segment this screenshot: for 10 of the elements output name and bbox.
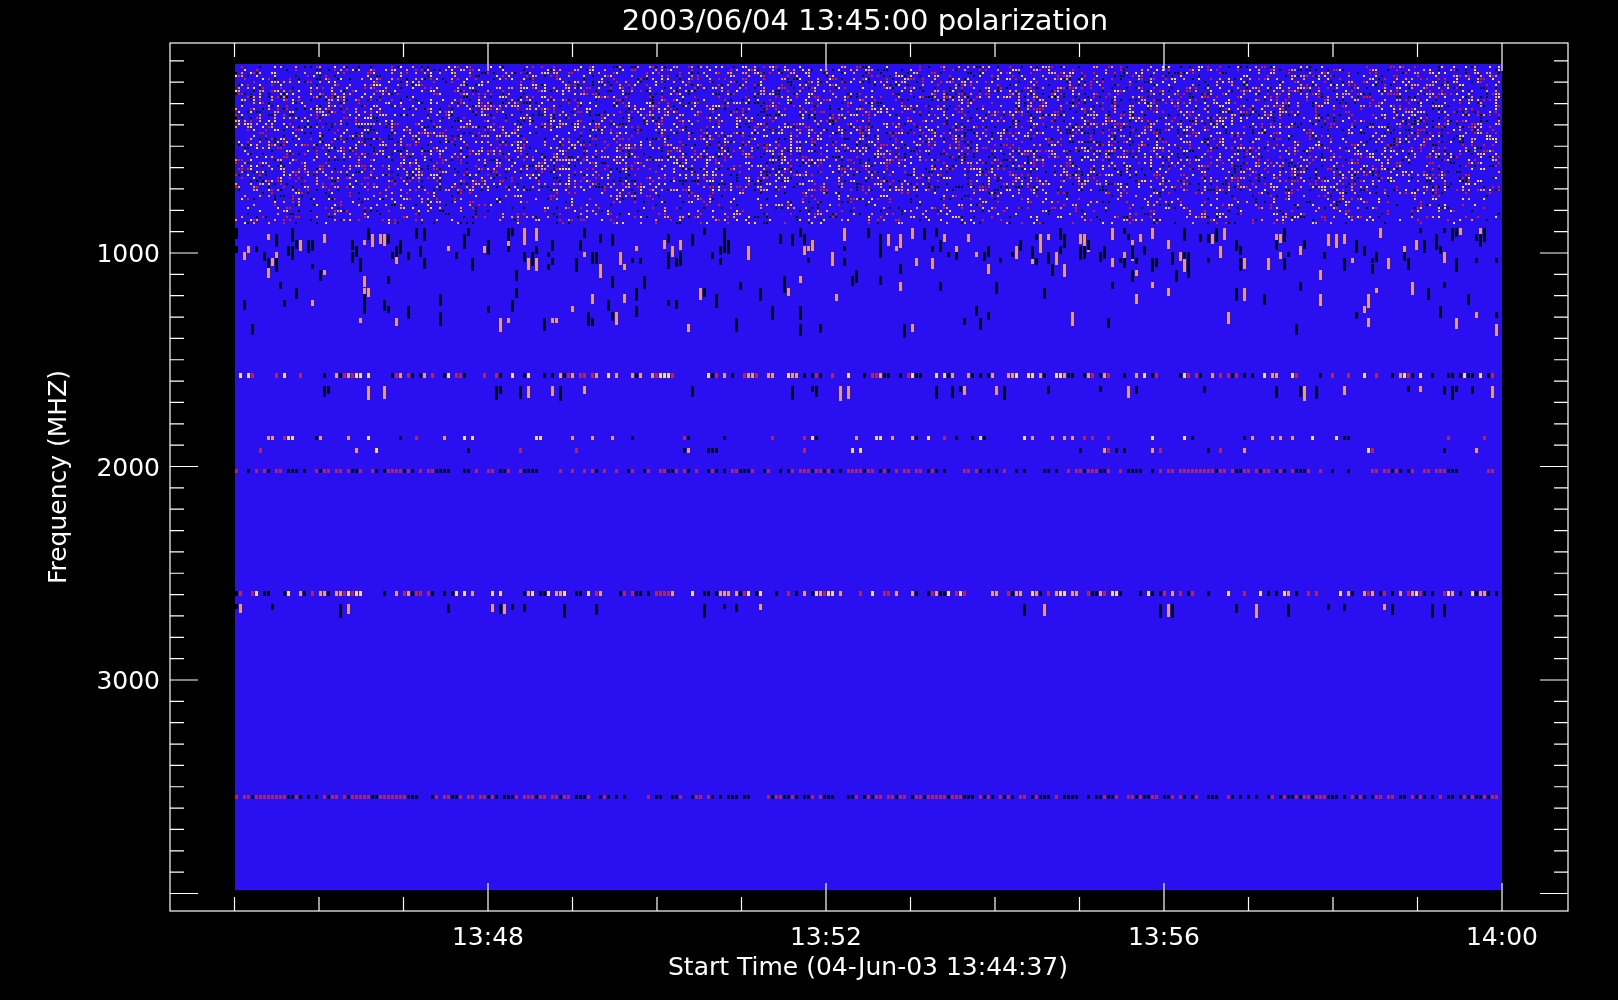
chart-title: 2003/06/04 13:45:00 polarization (621, 3, 1109, 37)
y-tick-label: 2000 (96, 452, 160, 482)
y-tick-label: 1000 (96, 239, 160, 268)
y-axis-label: Frequency (MHZ) (43, 369, 72, 585)
x-tick-label: 13:56 (1128, 922, 1200, 951)
x-tick-label: 13:48 (452, 922, 524, 951)
x-tick-label: 13:52 (790, 922, 862, 951)
x-axis-label: Start Time (04-Jun-03 13:44:37) (668, 952, 1068, 981)
y-tick-label: 3000 (96, 666, 160, 695)
x-tick-label: 14:00 (1466, 922, 1538, 951)
